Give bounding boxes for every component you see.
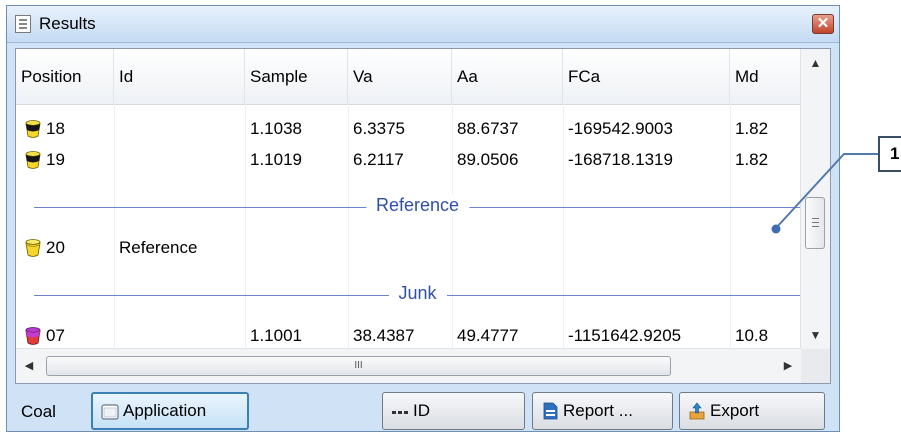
report-button-label: Report ... [563,401,633,420]
callout-number-box: 1 [878,136,901,172]
grid-header: Position Id Sample Va Aa FCa Md [16,49,801,105]
cell-id: Reference [119,238,198,257]
cell-position: 20 [46,238,65,257]
results-document-icon [15,15,31,33]
group-header-reference[interactable]: Reference [34,192,801,222]
application-button-label: Application [123,401,207,420]
scrollbar-corner [801,349,830,383]
report-icon [543,402,558,420]
callout-leader-line [771,153,878,234]
cell-aa: 89.0506 [457,150,519,169]
results-window: Results ✕ Position Id Sample Va Aa FCa M… [6,5,840,432]
scroll-up-icon[interactable]: ▲ [801,49,830,77]
column-header-sample[interactable]: Sample [245,49,348,104]
cell-fca: -168718.1319 [568,150,673,169]
results-grid: Position Id Sample Va Aa FCa Md 18 1.103… [15,48,831,384]
scroll-down-icon[interactable]: ▼ [801,321,830,349]
group-header-junk[interactable]: Junk [34,280,801,310]
callout-dot [771,224,781,234]
column-header-fca[interactable]: FCa [563,49,730,104]
application-button[interactable]: Application [91,392,249,430]
export-button-label: Export [710,401,760,420]
column-header-md[interactable]: Md [730,49,801,104]
application-window-icon [101,404,119,420]
coal-label: Coal [21,402,56,421]
table-row[interactable]: 19 1.1019 6.2117 89.0506 -168718.1319 1.… [16,142,801,178]
group-label: Junk [388,283,447,304]
horizontal-scroll-thumb[interactable]: III [46,356,671,376]
id-button-label: ID [413,401,430,420]
column-header-va[interactable]: Va [348,49,452,104]
barcode-icon [392,411,408,414]
column-header-id[interactable]: Id [114,49,245,104]
horizontal-scrollbar[interactable]: ◀ III ▶ [16,348,801,383]
id-button[interactable]: ID [382,392,525,430]
window-title: Results [39,14,96,33]
column-header-position[interactable]: Position [16,49,114,104]
cell-va: 6.2117 [353,150,404,169]
export-button[interactable]: Export [679,392,825,430]
close-icon[interactable]: ✕ [812,14,834,34]
cell-position: 19 [46,150,65,169]
export-icon [689,402,705,420]
cell-id [114,142,245,178]
scroll-left-icon[interactable]: ◀ [16,349,42,383]
table-row[interactable]: 20 Reference [16,230,801,266]
report-button[interactable]: Report ... [532,392,673,430]
cell-sample: 1.1019 [250,150,302,169]
title-bar[interactable]: Results ✕ [7,6,839,43]
scroll-right-icon[interactable]: ▶ [775,349,801,383]
column-header-aa[interactable]: Aa [452,49,563,104]
group-label: Reference [365,195,470,216]
